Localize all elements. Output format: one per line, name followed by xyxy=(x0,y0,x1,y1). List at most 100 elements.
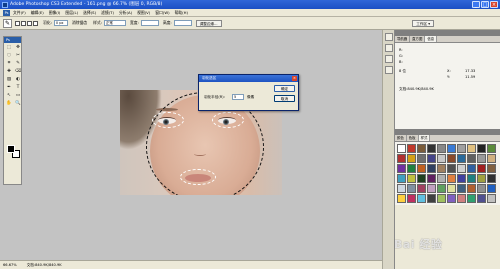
style-swatch[interactable] xyxy=(457,174,466,183)
style-swatch[interactable] xyxy=(407,154,416,163)
zoom-tool-icon[interactable]: 🔍 xyxy=(14,100,22,107)
style-swatch[interactable] xyxy=(407,144,416,153)
antialias-label[interactable]: 消除锯齿 xyxy=(72,20,87,26)
move-tool-icon[interactable]: ✥ xyxy=(14,44,22,51)
gradient-tool-icon[interactable]: ▨ xyxy=(5,76,13,83)
style-swatch[interactable] xyxy=(437,144,446,153)
style-swatch[interactable] xyxy=(407,174,416,183)
style-swatch[interactable] xyxy=(397,164,406,173)
intersect-selection-mode-icon[interactable] xyxy=(33,20,38,26)
style-swatch[interactable] xyxy=(427,164,436,173)
style-swatch[interactable] xyxy=(477,174,486,183)
tab-navigator[interactable]: 导航器 xyxy=(395,36,411,42)
style-swatch[interactable] xyxy=(457,154,466,163)
feather-input[interactable]: 0 px xyxy=(53,20,68,26)
style-swatch[interactable] xyxy=(457,144,466,153)
cancel-button[interactable]: 取消 xyxy=(274,95,295,102)
tab-info[interactable]: 信息 xyxy=(425,36,438,42)
style-swatch[interactable] xyxy=(457,184,466,193)
style-swatch[interactable] xyxy=(437,184,446,193)
style-swatch[interactable] xyxy=(487,194,496,203)
style-swatch[interactable] xyxy=(397,144,406,153)
style-swatch[interactable] xyxy=(397,184,406,193)
style-swatch[interactable] xyxy=(427,144,436,153)
style-swatch[interactable] xyxy=(457,164,466,173)
style-swatch[interactable] xyxy=(487,164,496,173)
style-swatch[interactable] xyxy=(397,174,406,183)
tab-color[interactable]: 颜色 xyxy=(395,135,407,141)
tab-styles[interactable]: 样式 xyxy=(418,135,431,141)
subtract-selection-mode-icon[interactable] xyxy=(27,20,32,26)
style-swatch[interactable] xyxy=(467,174,476,183)
style-swatch[interactable] xyxy=(417,174,426,183)
tab-histogram[interactable]: 直方图 xyxy=(410,36,426,42)
style-swatch[interactable] xyxy=(477,194,486,203)
style-swatch[interactable] xyxy=(417,184,426,193)
eraser-tool-icon[interactable]: ⌫ xyxy=(14,68,22,75)
style-swatch[interactable] xyxy=(487,144,496,153)
style-swatch[interactable] xyxy=(407,194,416,203)
style-swatch[interactable] xyxy=(477,164,486,173)
style-swatch[interactable] xyxy=(437,164,446,173)
zoom-level[interactable]: 66.67% xyxy=(3,261,17,269)
menu-analysis[interactable]: 分析(A) xyxy=(119,10,132,16)
style-swatch[interactable] xyxy=(447,154,456,163)
pen-tool-icon[interactable]: ✒ xyxy=(5,84,13,91)
style-swatch[interactable] xyxy=(477,184,486,193)
type-tool-icon[interactable]: T xyxy=(14,84,22,91)
menu-layer[interactable]: 图层(L) xyxy=(65,10,78,16)
maximize-button[interactable]: □ xyxy=(481,1,489,8)
style-swatch[interactable] xyxy=(417,154,426,163)
style-swatch[interactable] xyxy=(427,194,436,203)
lasso-tool-icon[interactable]: ◌ xyxy=(5,52,13,59)
style-swatch[interactable] xyxy=(467,154,476,163)
slice-tool-icon[interactable]: ⌗ xyxy=(5,60,13,67)
style-select[interactable]: 正常 xyxy=(103,20,126,26)
height-input[interactable] xyxy=(173,20,192,26)
style-swatch[interactable] xyxy=(417,194,426,203)
dialog-close-icon[interactable]: × xyxy=(292,76,297,81)
width-input[interactable] xyxy=(140,20,159,26)
style-swatch[interactable] xyxy=(397,154,406,163)
style-swatch[interactable] xyxy=(447,174,456,183)
dodge-tool-icon[interactable]: ◐ xyxy=(14,76,22,83)
hand-tool-icon[interactable]: ✋ xyxy=(5,100,13,107)
style-swatch[interactable] xyxy=(437,194,446,203)
style-swatch[interactable] xyxy=(407,184,416,193)
shape-tool-icon[interactable]: ▭ xyxy=(14,92,22,99)
menu-view[interactable]: 视图(V) xyxy=(137,10,150,16)
workspace-button[interactable]: 工作区 ▾ xyxy=(412,20,434,27)
style-swatch[interactable] xyxy=(427,154,436,163)
crop-tool-icon[interactable]: ✂ xyxy=(14,52,22,59)
add-selection-mode-icon[interactable] xyxy=(21,20,26,26)
marquee-tool-icon[interactable]: ⬚ xyxy=(5,44,13,51)
tool-presets-panel-icon[interactable] xyxy=(385,55,393,63)
style-swatch[interactable] xyxy=(467,164,476,173)
refine-edge-button[interactable]: 调整边缘... xyxy=(195,19,222,27)
style-swatch[interactable] xyxy=(447,164,456,173)
menu-select[interactable]: 选择(S) xyxy=(83,10,96,16)
menu-window[interactable]: 窗口(W) xyxy=(155,10,169,16)
style-swatch[interactable] xyxy=(417,164,426,173)
path-select-tool-icon[interactable]: ↖ xyxy=(5,92,13,99)
menu-image[interactable]: 图像(I) xyxy=(49,10,61,16)
style-swatch[interactable] xyxy=(427,174,436,183)
close-button[interactable]: × xyxy=(490,1,498,8)
style-swatch[interactable] xyxy=(467,184,476,193)
style-swatch[interactable] xyxy=(427,184,436,193)
style-swatch[interactable] xyxy=(417,144,426,153)
tab-swatches[interactable]: 色板 xyxy=(407,135,419,141)
style-swatch[interactable] xyxy=(477,144,486,153)
style-swatch[interactable] xyxy=(447,144,456,153)
style-swatch[interactable] xyxy=(397,194,406,203)
style-swatch[interactable] xyxy=(477,154,486,163)
style-swatch[interactable] xyxy=(487,174,496,183)
minimize-button[interactable]: _ xyxy=(472,1,480,8)
style-swatch[interactable] xyxy=(487,184,496,193)
style-swatch[interactable] xyxy=(487,154,496,163)
style-swatch[interactable] xyxy=(447,194,456,203)
healing-tool-icon[interactable]: ✚ xyxy=(5,68,13,75)
foreground-color-swatch[interactable] xyxy=(7,145,15,153)
feather-radius-input[interactable]: 5 xyxy=(232,94,244,100)
menu-help[interactable]: 帮助(H) xyxy=(175,10,188,16)
